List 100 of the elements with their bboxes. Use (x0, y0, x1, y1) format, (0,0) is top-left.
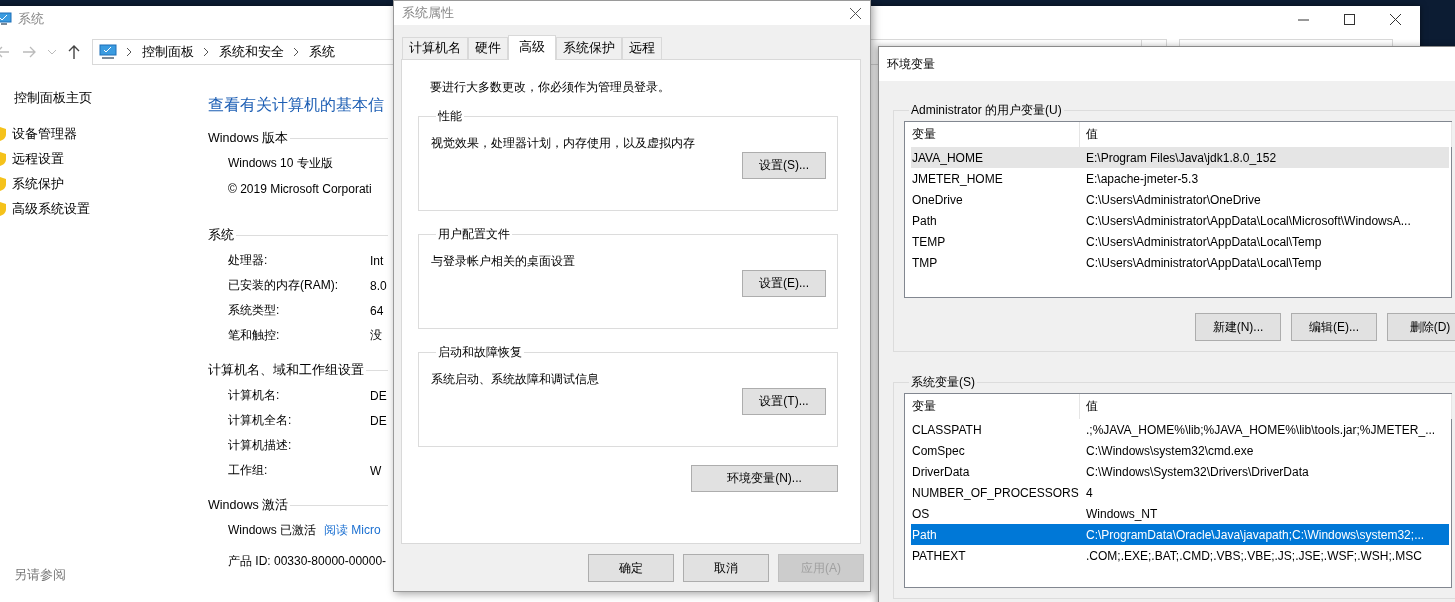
info-text: Windows 10 专业版 (228, 155, 333, 172)
field-label: 计算机全名: (228, 412, 293, 429)
tab[interactable]: 远程 (622, 37, 662, 59)
column-header[interactable]: 值 (1080, 394, 1452, 419)
dialog-title: 系统属性 (402, 4, 454, 22)
variable-row[interactable]: TEMP C:\Users\Administrator\AppData\Local\Temp (911, 231, 1449, 252)
page-heading: 查看有关计算机的基本信 (208, 95, 384, 115)
section-title: 系统 (208, 227, 234, 244)
variable-value: C:\Users\Administrator\AppData\Local\Temp (1085, 234, 1323, 249)
chevron-icon (294, 48, 299, 56)
variable-value: C:\Windows\System32\Drivers\DriverData (1085, 464, 1310, 479)
environment-variables-button[interactable]: 环境变量(N)... (691, 465, 838, 492)
variable-name: OneDrive (911, 192, 964, 207)
variable-row[interactable]: Path C:\ProgramData\Oracle\Java\javapath;C:\Windows\system32;... (911, 524, 1449, 545)
variable-row[interactable]: OneDrive C:\Users\Administrator\OneDrive (911, 189, 1449, 210)
variable-value: E:\apache-jmeter-5.3 (1085, 171, 1200, 186)
info-text: 产品 ID: 00330-80000-00000- (228, 553, 387, 570)
tab[interactable]: 硬件 (468, 37, 508, 59)
column-header[interactable]: 变量 (911, 394, 1080, 419)
tab[interactable]: 系统保护 (556, 37, 622, 59)
field-value: DE (370, 388, 387, 403)
settings-button[interactable]: 设置(T)... (742, 388, 826, 415)
list-button[interactable]: 新建(N)... (1195, 313, 1281, 341)
chevron-icon (204, 48, 209, 56)
window-title: 环境变量 (887, 55, 935, 73)
back-icon[interactable] (0, 46, 10, 58)
section-title: Windows 版本 (208, 130, 289, 147)
variable-row[interactable]: JMETER_HOME E:\apache-jmeter-5.3 (911, 168, 1449, 189)
breadcrumb[interactable]: 控制面板 (142, 43, 194, 61)
field-value: W (370, 463, 382, 478)
monitor-icon (99, 44, 117, 60)
sidebar-link[interactable]: 控制面板主页 (0, 89, 92, 107)
tab[interactable]: 计算机名 (402, 37, 468, 59)
variable-name: DriverData (911, 464, 971, 479)
field-value: DE (370, 413, 387, 428)
section-title: 计算机名、域和工作组设置 (208, 362, 364, 379)
variable-row[interactable]: PATHEXT .COM;.EXE;.BAT;.CMD;.VBS;.VBE;.JS;.JSE;.WSF;.WSH;.MSC (911, 545, 1449, 566)
breadcrumb[interactable]: 系统 (309, 43, 335, 61)
variable-value: Windows_NT (1085, 506, 1159, 521)
variable-value: C:\Users\Administrator\AppData\Local\Temp (1085, 255, 1323, 270)
field-value: Int (370, 253, 384, 268)
variable-value: .COM;.EXE;.BAT;.CMD;.VBS;.VBE;.JS;.JSE;.WSF;.WSH;.MSC (1085, 548, 1423, 563)
group-title: 用户配置文件 (437, 226, 511, 243)
section-title: Windows 激活 (208, 497, 289, 514)
variable-value: C:\Users\Administrator\AppData\Local\Microsoft\WindowsA... (1085, 213, 1412, 228)
close-icon[interactable] (1390, 13, 1401, 25)
group-description: 与登录帐户相关的桌面设置 (431, 253, 575, 270)
field-label: 计算机描述: (228, 437, 293, 454)
info-text: © 2019 Microsoft Corporati (228, 181, 372, 196)
variable-name: TMP (911, 255, 939, 270)
chevron-icon (127, 48, 132, 56)
variable-name: Path (911, 527, 938, 542)
field-value: 64 (370, 303, 384, 318)
variable-row[interactable]: TMP C:\Users\Administrator\AppData\Local\Temp (911, 252, 1449, 273)
variable-name: CLASSPATH (911, 422, 983, 437)
sidebar-link[interactable]: 高级系统设置 (12, 199, 90, 218)
group-description: 系统启动、系统故障和调试信息 (431, 371, 599, 388)
variable-name: OS (911, 506, 931, 521)
sidebar-link[interactable]: 系统保护 (12, 174, 64, 193)
variable-name: TEMP (911, 234, 947, 249)
field-label: 已安装的内存(RAM): (228, 277, 339, 294)
list-button[interactable]: 删除(D) (1387, 313, 1455, 341)
caret-icon[interactable] (48, 49, 56, 55)
window-title: 系统 (18, 10, 44, 28)
variable-value: E:\Program Files\Java\jdk1.8.0_152 (1085, 150, 1278, 165)
field-value: 8.0 (370, 278, 387, 293)
field-label: 笔和触控: (228, 327, 281, 344)
variable-row[interactable]: DriverData C:\Windows\System32\Drivers\DriverData (911, 461, 1449, 482)
variable-row[interactable]: Path C:\Users\Administrator\AppData\Local\Microsoft\WindowsA... (911, 210, 1449, 231)
breadcrumb[interactable]: 系统和安全 (219, 43, 284, 61)
variable-row[interactable]: NUMBER_OF_PROCESSORS 4 (911, 482, 1449, 503)
variable-name: Path (911, 213, 938, 228)
variable-value: .;%JAVA_HOME%\lib;%JAVA_HOME%\lib\tools.jar;%JMETER_... (1085, 422, 1437, 437)
variable-row[interactable]: JAVA_HOME E:\Program Files\Java\jdk1.8.0_152 (911, 147, 1449, 168)
variable-row[interactable]: ComSpec C:\Windows\system32\cmd.exe (911, 440, 1449, 461)
forward-icon[interactable] (22, 46, 36, 58)
variable-row[interactable]: CLASSPATH .;%JAVA_HOME%\lib;%JAVA_HOME%\lib\tools.jar;%JMETER_... (911, 419, 1449, 440)
up-icon[interactable] (68, 45, 80, 59)
maximize-icon[interactable] (1344, 13, 1355, 25)
settings-button[interactable]: 设置(S)... (742, 152, 826, 179)
variable-value: C:\ProgramData\Oracle\Java\javapath;C:\Windows\system32;... (1085, 527, 1426, 542)
variable-value: 4 (1085, 485, 1094, 500)
variable-value: C:\Users\Administrator\OneDrive (1085, 192, 1262, 207)
license-link[interactable]: 阅读 Micro (324, 522, 381, 539)
variable-name: JMETER_HOME (911, 171, 1004, 186)
list-button[interactable]: 编辑(E)... (1291, 313, 1377, 341)
close-icon[interactable] (850, 7, 861, 19)
variable-row[interactable]: OS Windows_NT (911, 503, 1449, 524)
sidebar-link[interactable]: 设备管理器 (12, 124, 77, 143)
group-title: Administrator 的用户变量(U) (910, 102, 1063, 119)
sidebar-link[interactable]: 远程设置 (12, 149, 64, 168)
dialog-button[interactable]: 确定 (588, 554, 674, 582)
settings-button[interactable]: 设置(E)... (742, 270, 826, 297)
dialog-button[interactable]: 取消 (683, 554, 769, 582)
variable-name: PATHEXT (911, 548, 967, 563)
field-label: 工作组: (228, 462, 269, 479)
variable-name: JAVA_HOME (911, 150, 984, 165)
group-description: 视觉效果，处理器计划，内存使用，以及虚拟内存 (431, 135, 695, 152)
tab[interactable]: 高级 (508, 35, 556, 60)
variable-name: ComSpec (911, 443, 966, 458)
